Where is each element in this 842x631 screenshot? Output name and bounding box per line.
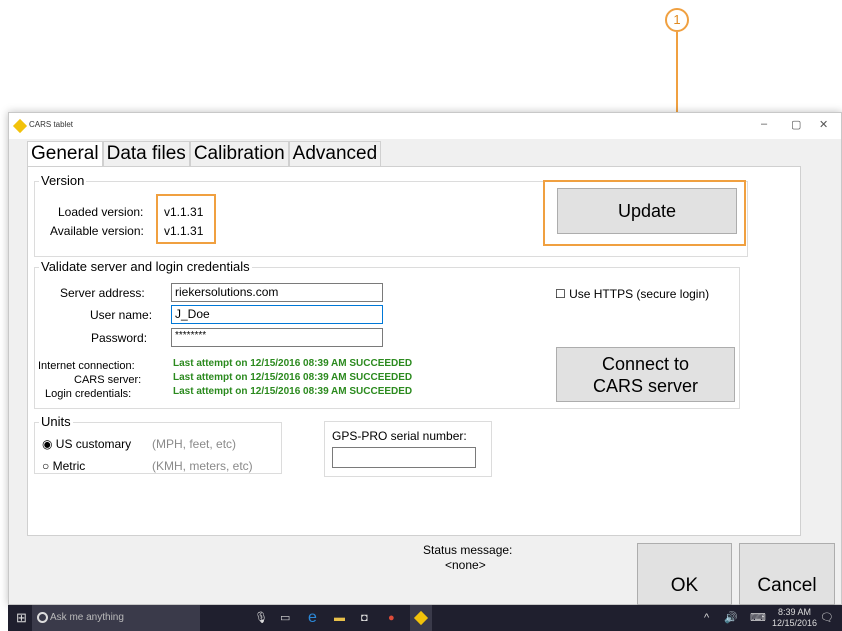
us-customary-description: (MPH, feet, etc) xyxy=(152,437,237,451)
metric-radio[interactable]: ○ Metric xyxy=(42,459,85,473)
app-logo-icon xyxy=(12,118,28,134)
tab-strip: General Data files Calibration Advanced xyxy=(27,141,382,167)
ok-button[interactable]: OK xyxy=(637,543,732,605)
metric-description: (KMH, meters, etc) xyxy=(152,459,253,473)
units-group-title: Units xyxy=(39,414,73,429)
callout-number: 1 xyxy=(665,8,689,32)
window-title: CARS tablet xyxy=(29,120,74,129)
maximize-button[interactable]: ▢ xyxy=(791,118,801,131)
user-name-input[interactable]: J_Doe xyxy=(171,305,383,324)
clock-date: 12/15/2016 xyxy=(772,618,818,628)
store-icon[interactable]: ◘ xyxy=(361,605,368,631)
server-address-input[interactable]: riekersolutions.com xyxy=(171,283,383,302)
cars-app-icon xyxy=(413,610,429,626)
server-address-label: Server address: xyxy=(60,286,145,300)
status-message-label: Status message: xyxy=(423,543,513,557)
minimize-button[interactable]: – xyxy=(761,118,767,130)
user-name-label: User name: xyxy=(90,308,153,322)
internet-connection-status: Last attempt on 12/15/2016 08:39 AM SUCC… xyxy=(173,358,413,369)
gps-serial-label: GPS-PRO serial number: xyxy=(332,429,467,443)
chrome-icon[interactable]: ● xyxy=(388,605,395,631)
available-version-label: Available version: xyxy=(50,224,144,238)
microphone-icon[interactable]: 🎙 xyxy=(254,605,268,631)
password-label: Password: xyxy=(91,331,148,345)
credentials-group-title: Validate server and login credentials xyxy=(39,259,252,274)
tray-chevron-icon[interactable]: ^ xyxy=(704,605,709,631)
us-customary-radio[interactable]: ◉ US customary xyxy=(42,437,131,451)
internet-connection-label: Internet connection: xyxy=(38,360,135,372)
connect-button-line1: Connect to xyxy=(601,354,690,374)
versions-highlight-box xyxy=(156,194,216,244)
volume-icon[interactable]: 🔊 xyxy=(724,605,738,631)
title-bar: CARS tablet – ▢ ✕ xyxy=(9,113,841,139)
tab-advanced[interactable]: Advanced xyxy=(288,141,382,167)
cars-server-status: Last attempt on 12/15/2016 08:39 AM SUCC… xyxy=(173,372,413,383)
update-highlight-box xyxy=(543,180,746,246)
cars-server-label: CARS server: xyxy=(74,374,142,386)
taskbar-search-placeholder: Ask me anything xyxy=(50,612,124,623)
login-credentials-status: Last attempt on 12/15/2016 08:39 AM SUCC… xyxy=(173,386,413,397)
loaded-version-label: Loaded version: xyxy=(58,205,144,219)
windows-start-icon[interactable]: ⊞ xyxy=(16,605,27,631)
tab-data-files[interactable]: Data files xyxy=(102,141,190,167)
task-view-icon[interactable]: ▭ xyxy=(280,605,290,631)
login-credentials-label: Login credentials: xyxy=(45,388,132,400)
password-input[interactable]: ******** xyxy=(171,328,383,347)
clock[interactable]: 8:39 AM 12/15/2016 xyxy=(772,605,817,631)
cancel-button[interactable]: Cancel xyxy=(739,543,835,605)
edge-browser-icon[interactable]: e xyxy=(308,605,317,631)
tab-calibration[interactable]: Calibration xyxy=(189,141,289,167)
version-group-title: Version xyxy=(39,173,87,188)
taskbar-search-box[interactable]: Ask me anything xyxy=(32,605,200,631)
file-explorer-icon[interactable]: ▬ xyxy=(334,605,345,631)
use-https-checkbox[interactable]: ☐ Use HTTPS (secure login) xyxy=(555,287,709,301)
keyboard-icon[interactable]: ⌨ xyxy=(750,605,766,631)
connect-button-line2: CARS server xyxy=(592,376,699,396)
connect-cars-server-button[interactable]: Connect to CARS server xyxy=(556,347,735,402)
clock-time: 8:39 AM xyxy=(778,607,812,617)
tab-general[interactable]: General xyxy=(27,141,103,167)
close-button[interactable]: ✕ xyxy=(819,118,828,131)
notifications-icon[interactable]: 🗨 xyxy=(820,605,834,631)
taskbar: ⊞ Ask me anything 🎙 ▭ e ▬ ◘ ● ^ 🔊 ⌨ 8:39… xyxy=(8,605,842,631)
status-message-value: <none> xyxy=(445,558,486,572)
cars-tablet-taskbar-icon[interactable] xyxy=(410,605,432,631)
gps-serial-input[interactable] xyxy=(332,447,476,468)
cortana-icon xyxy=(37,612,48,623)
